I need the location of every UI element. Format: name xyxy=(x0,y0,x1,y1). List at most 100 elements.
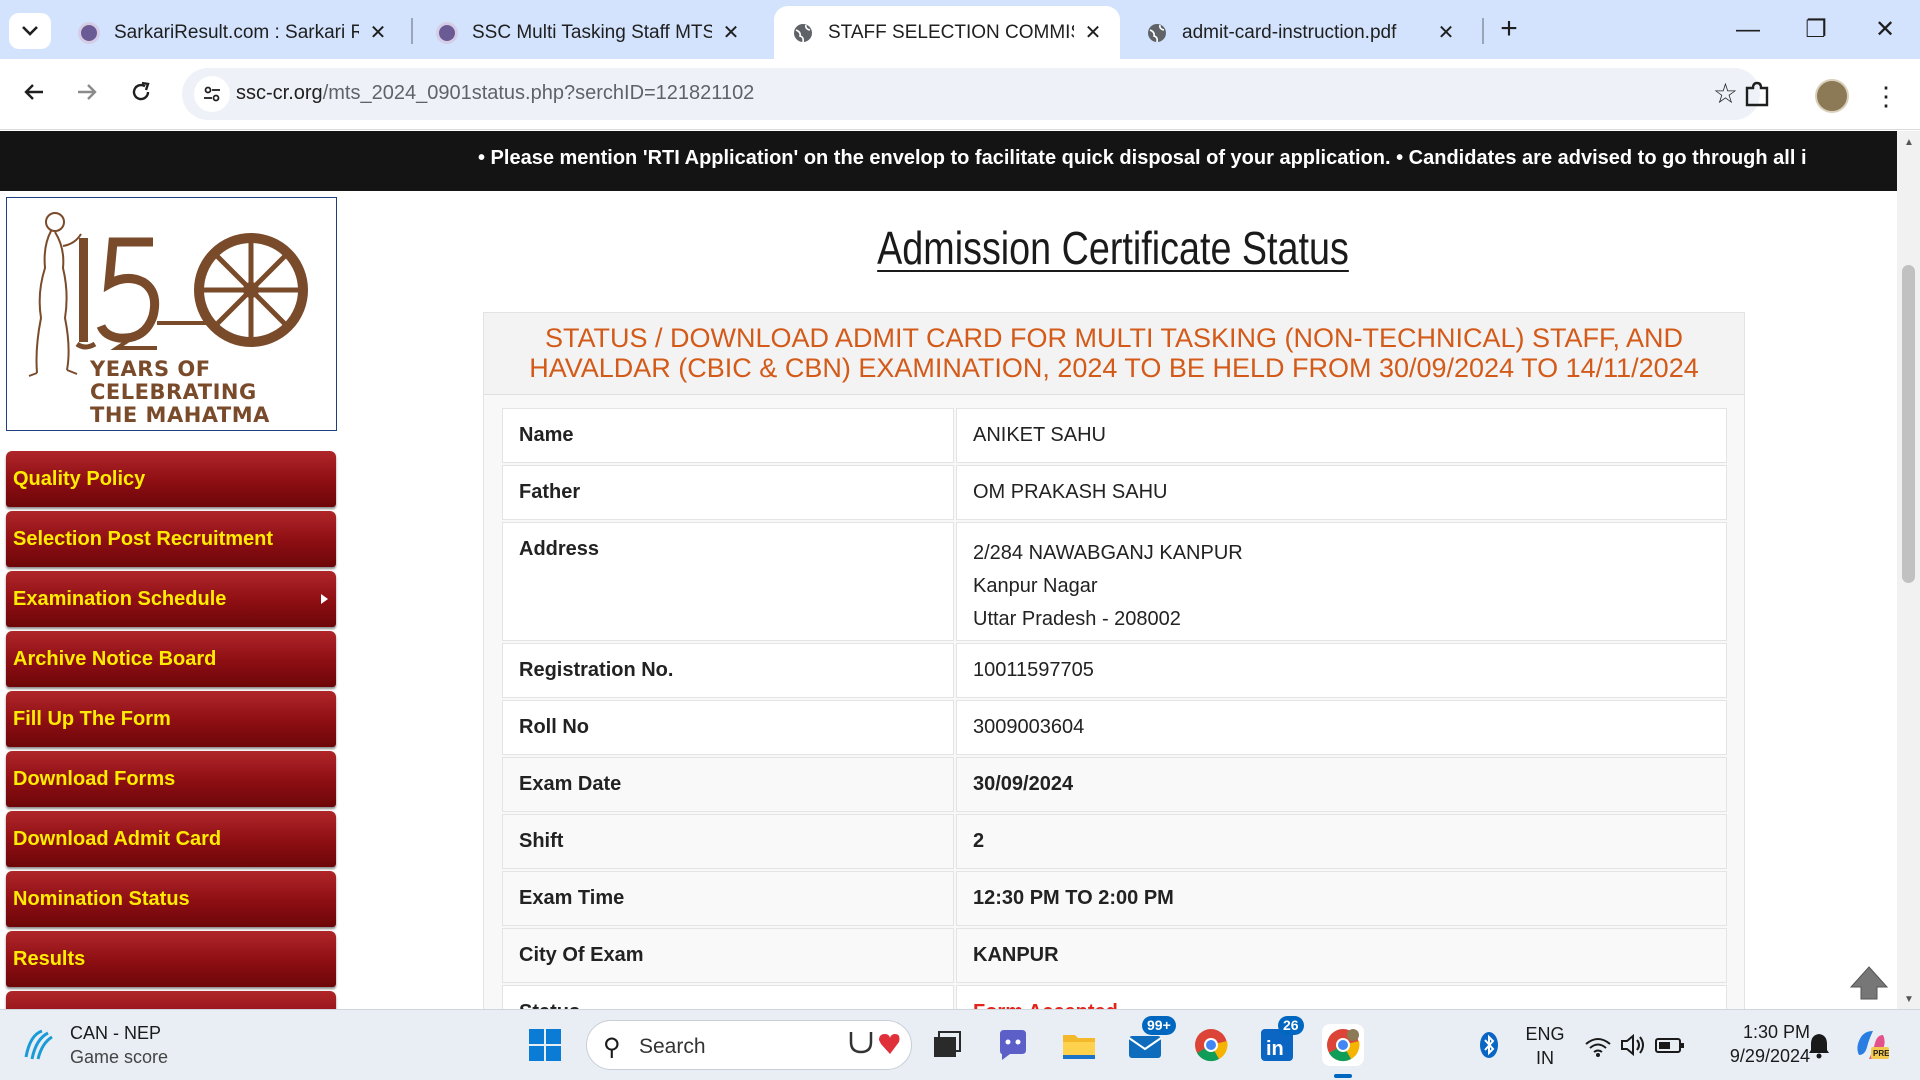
chrome-profile-icon[interactable] xyxy=(1322,1024,1364,1066)
table-row: Exam Time 12:30 PM TO 2:00 PM xyxy=(502,871,1727,926)
candidate-name: ANIKET SAHU xyxy=(956,408,1727,463)
region-code: IN xyxy=(1536,1048,1554,1068)
url-path: /mts_2024_0901status.php?serchID=1218211… xyxy=(322,82,755,104)
address-value: 2/284 NAWABGANJ KANPUR Kanpur Nagar Utta… xyxy=(956,522,1727,641)
address-line: 2/284 NAWABGANJ KANPUR xyxy=(973,542,1243,564)
tab-ssc-mts[interactable]: SSC Multi Tasking Staff MTS Adi ✕ xyxy=(418,6,758,59)
table-row: Name ANIKET SAHU xyxy=(502,408,1727,463)
system-tray-status[interactable] xyxy=(1582,1024,1692,1066)
globe-icon xyxy=(1146,22,1168,44)
menu-item-nomination-status[interactable]: Nomination Status xyxy=(6,871,336,927)
restore-button[interactable]: ❐ xyxy=(1794,8,1838,52)
tab-separator xyxy=(411,18,413,44)
scroll-down-arrow-icon[interactable]: ▼ xyxy=(1904,994,1914,1005)
taskbar-search-box[interactable]: ⚲ Search xyxy=(586,1020,912,1070)
menu-item-label: Examination Schedule xyxy=(13,588,227,610)
linkedin-badge: 26 xyxy=(1278,1016,1304,1035)
row-label: City Of Exam xyxy=(502,928,954,983)
row-label: Exam Date xyxy=(502,757,954,812)
forward-button[interactable] xyxy=(67,75,107,115)
tab-title: SSC Multi Tasking Staff MTS Adi xyxy=(472,21,712,43)
tab-close-icon[interactable]: ✕ xyxy=(367,20,389,45)
registration-number: 10011597705 xyxy=(956,643,1727,698)
active-app-indicator xyxy=(1334,1074,1352,1078)
bluetooth-icon[interactable] xyxy=(1468,1024,1510,1066)
reload-icon xyxy=(132,81,150,101)
row-label: Address xyxy=(502,522,954,641)
windows-taskbar: CAN - NEP Game score ⚲ Search 99+ in 26 … xyxy=(0,1009,1920,1080)
start-button[interactable] xyxy=(524,1024,566,1066)
scroll-up-arrow-icon[interactable]: ▲ xyxy=(1904,137,1914,148)
browser-menu-button[interactable]: ⋮ xyxy=(1873,76,1899,116)
row-label: Name xyxy=(502,408,954,463)
table-row: Status Form Accepted xyxy=(502,985,1727,1009)
menu-item-download-admit-card[interactable]: Download Admit Card xyxy=(6,811,336,867)
widget-subtitle: Game score xyxy=(70,1047,169,1067)
arrow-right-icon xyxy=(78,84,97,100)
copilot-icon[interactable]: PRE xyxy=(1850,1024,1892,1066)
bookmark-star-icon[interactable]: ☆ xyxy=(1713,78,1738,110)
page-title: Admission Certificate Status xyxy=(877,222,1349,274)
tab-close-icon[interactable]: ✕ xyxy=(1435,20,1457,45)
menu-item-download-forms[interactable]: Download Forms xyxy=(6,751,336,807)
row-label: Shift xyxy=(502,814,954,869)
site-favicon-icon xyxy=(78,21,100,44)
window-close-button[interactable]: ✕ xyxy=(1863,8,1907,52)
table-row: Roll No 3009003604 xyxy=(502,700,1727,755)
windows-logo-icon xyxy=(529,1029,561,1061)
input-language[interactable]: ENG IN xyxy=(1520,1022,1570,1070)
row-label: Status xyxy=(502,985,954,1009)
menu-item-results[interactable]: Results xyxy=(6,931,336,987)
menu-item-selection-post-recruitment[interactable]: Selection Post Recruitment xyxy=(6,511,336,567)
tab-staff-selection-commission[interactable]: STAFF SELECTION COMMISSION ✕ xyxy=(774,6,1120,59)
father-name: OM PRAKASH SAHU xyxy=(956,465,1727,520)
exam-date: 30/09/2024 xyxy=(956,757,1727,812)
site-favicon-icon xyxy=(436,21,458,44)
logo-line: CELEBRATING xyxy=(90,380,257,404)
tab-close-icon[interactable]: ✕ xyxy=(1082,20,1104,45)
reload-button[interactable] xyxy=(121,75,161,115)
news-ticker: • Please mention 'RTI Application' on th… xyxy=(0,131,1897,191)
logo-line: YEARS OF xyxy=(90,357,211,381)
linkedin-icon[interactable]: in 26 xyxy=(1256,1016,1304,1066)
clock[interactable]: 1:30 PM 9/29/2024 xyxy=(1700,1020,1810,1068)
file-explorer-icon[interactable] xyxy=(1058,1024,1100,1066)
new-tab-button[interactable]: + xyxy=(1491,12,1527,48)
menu-item-archive-notice-board[interactable]: Archive Notice Board xyxy=(6,631,336,687)
tab-sarkari-result[interactable]: SarkariResult.com : Sarkari Resu ✕ xyxy=(60,6,405,59)
cricket-widget-icon xyxy=(24,1029,53,1060)
back-button[interactable] xyxy=(14,75,54,115)
mail-icon[interactable]: 99+ xyxy=(1124,1016,1176,1066)
chrome-icon[interactable] xyxy=(1190,1024,1232,1066)
row-label: Exam Time xyxy=(502,871,954,926)
menu-item-fill-up-the-form[interactable]: Fill Up The Form xyxy=(6,691,336,747)
wifi-icon xyxy=(1585,1038,1611,1057)
row-label: Registration No. xyxy=(502,643,954,698)
address-bar[interactable]: ssc-cr.org/mts_2024_0901status.php?serch… xyxy=(182,68,1760,120)
profile-avatar[interactable] xyxy=(1815,79,1849,113)
roll-number: 3009003604 xyxy=(956,700,1727,755)
task-view-icon[interactable] xyxy=(926,1024,968,1066)
svg-text:PRE: PRE xyxy=(1873,1049,1889,1058)
notification-bell-icon[interactable] xyxy=(1798,1024,1840,1066)
scroll-to-top-button[interactable] xyxy=(1849,963,1889,1003)
candidate-details-table: Name ANIKET SAHU Father OM PRAKASH SAHU … xyxy=(500,406,1729,1009)
menu-item-quality-policy[interactable]: Quality Policy xyxy=(6,451,336,507)
tab-admit-card-pdf[interactable]: admit-card-instruction.pdf ✕ xyxy=(1128,6,1473,59)
weather-widget[interactable]: CAN - NEP Game score xyxy=(20,1020,168,1070)
page-scrollbar[interactable]: ▲ ▼ xyxy=(1897,131,1920,1009)
menu-item-next[interactable] xyxy=(6,991,336,1009)
search-placeholder: Search xyxy=(639,1035,706,1058)
tab-close-icon[interactable]: ✕ xyxy=(720,20,742,45)
chat-app-icon[interactable] xyxy=(992,1024,1034,1066)
scrollbar-thumb[interactable] xyxy=(1902,265,1915,583)
tab-strip: SarkariResult.com : Sarkari Resu ✕ SSC M… xyxy=(0,0,1920,59)
site-info-icon[interactable] xyxy=(194,76,230,112)
extensions-button[interactable] xyxy=(1737,75,1777,115)
tab-search-button[interactable] xyxy=(9,13,51,49)
menu-item-examination-schedule[interactable]: Examination Schedule xyxy=(6,571,336,627)
url-text[interactable]: ssc-cr.org/mts_2024_0901status.php?serch… xyxy=(236,82,754,105)
minimize-button[interactable]: — xyxy=(1726,8,1770,52)
admit-card-status-panel: STATUS / DOWNLOAD ADMIT CARD FOR MULTI T… xyxy=(483,312,1745,1009)
sidebar-menu: Quality Policy Selection Post Recruitmen… xyxy=(6,451,336,1009)
